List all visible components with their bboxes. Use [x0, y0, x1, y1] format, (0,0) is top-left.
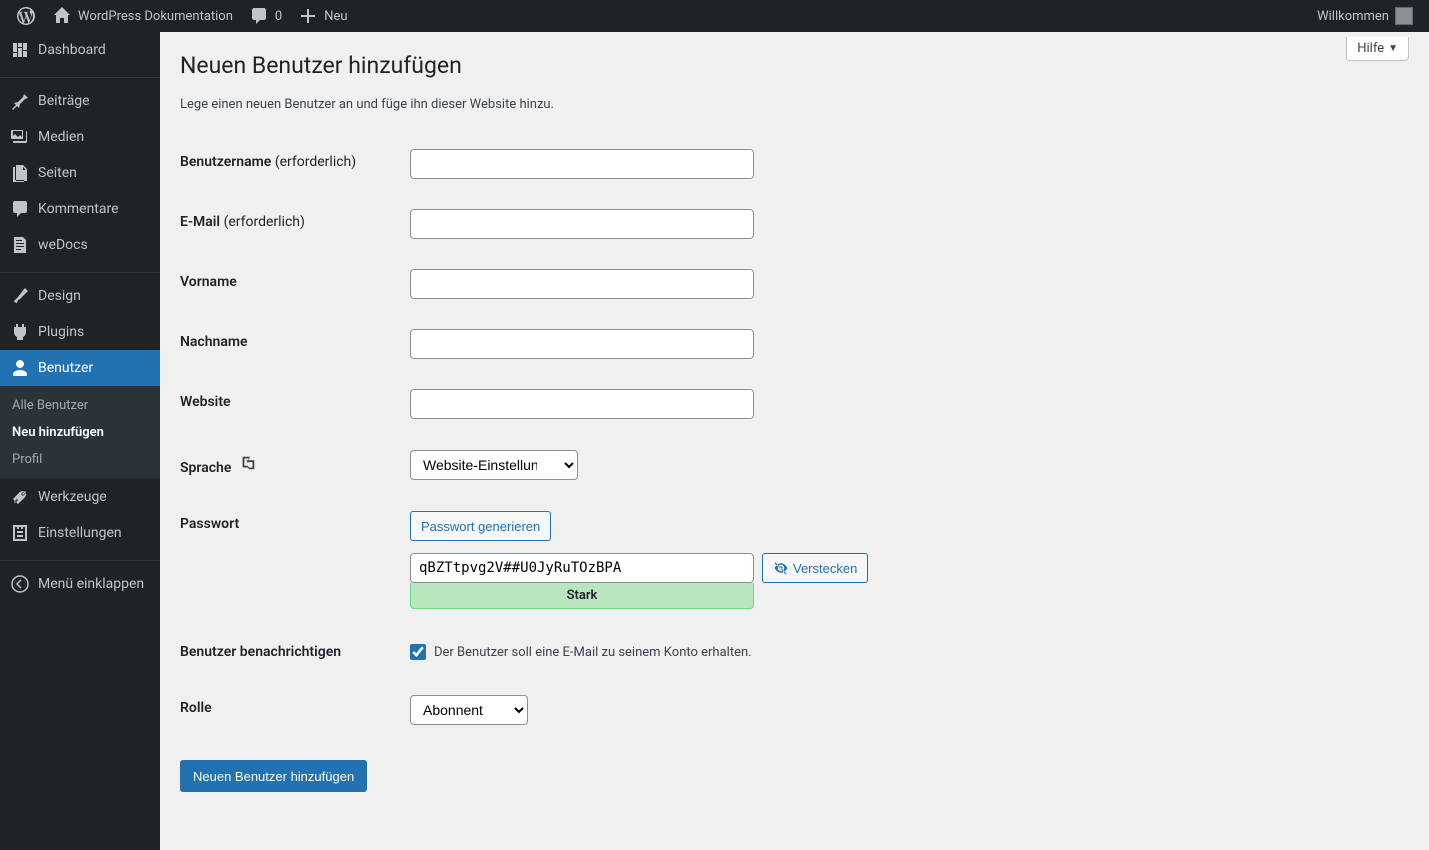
admin-sidebar: Dashboard Beiträge Medien Seiten Komment… — [0, 32, 160, 850]
role-select[interactable]: Abonnent — [410, 695, 528, 725]
menu-label: Benutzer — [38, 360, 93, 376]
menu-pages[interactable]: Seiten — [0, 155, 160, 191]
tools-icon — [10, 487, 30, 507]
menu-label: Dashboard — [38, 42, 106, 58]
menu-label: Kommentare — [38, 201, 119, 217]
new-label: Neu — [324, 9, 347, 24]
menu-label: Design — [38, 288, 81, 304]
comment-icon — [10, 199, 30, 219]
menu-media[interactable]: Medien — [0, 119, 160, 155]
help-tab[interactable]: Hilfe ▼ — [1346, 37, 1409, 61]
notify-text: Der Benutzer soll eine E-Mail zu seinem … — [434, 645, 752, 660]
dashboard-icon — [10, 40, 30, 60]
password-input[interactable] — [410, 553, 754, 583]
page-title: Neuen Benutzer hinzufügen — [180, 32, 1409, 83]
menu-collapse[interactable]: Menü einklappen — [0, 566, 160, 602]
admin-bar: WordPress Dokumentation 0 Neu Willkommen — [0, 0, 1429, 32]
language-select[interactable]: Website-Einstellung — [410, 450, 578, 480]
brush-icon — [10, 286, 30, 306]
submenu-profile[interactable]: Profil — [0, 446, 160, 473]
wordpress-icon — [16, 6, 36, 26]
menu-dashboard[interactable]: Dashboard — [0, 32, 160, 68]
password-strength: Stark — [410, 583, 754, 609]
my-account-menu[interactable]: Willkommen — [1309, 0, 1421, 32]
chevron-down-icon: ▼ — [1388, 43, 1398, 54]
submenu-all-users[interactable]: Alle Benutzer — [0, 392, 160, 419]
notify-checkbox[interactable] — [410, 644, 426, 660]
menu-label: Medien — [38, 129, 84, 145]
submenu-add-new[interactable]: Neu hinzufügen — [0, 419, 160, 446]
translate-icon — [239, 454, 257, 472]
email-label: E-Mail (erforderlich) — [180, 194, 400, 254]
notify-user-label: Benutzer benachrichtigen — [180, 624, 400, 680]
main-content: Hilfe ▼ Neuen Benutzer hinzufügen Lege e… — [160, 32, 1429, 850]
menu-label: Einstellungen — [38, 525, 122, 541]
wp-logo-menu[interactable] — [8, 0, 44, 32]
menu-plugins[interactable]: Plugins — [0, 314, 160, 350]
menu-posts[interactable]: Beiträge — [0, 83, 160, 119]
menu-wedocs[interactable]: weDocs — [0, 227, 160, 263]
password-label: Passwort — [180, 496, 400, 624]
help-label: Hilfe — [1357, 41, 1384, 56]
page-icon — [10, 163, 30, 183]
username-label: Benutzername (erforderlich) — [180, 134, 400, 194]
home-icon — [52, 6, 72, 26]
lastname-label: Nachname — [180, 314, 400, 374]
submenu-users: Alle Benutzer Neu hinzufügen Profil — [0, 386, 160, 479]
plug-icon — [10, 322, 30, 342]
site-name-menu[interactable]: WordPress Dokumentation — [44, 0, 241, 32]
comments-count: 0 — [275, 9, 282, 24]
menu-label: Menü einklappen — [38, 576, 144, 592]
role-label: Rolle — [180, 680, 400, 740]
menu-appearance[interactable]: Design — [0, 278, 160, 314]
lastname-input[interactable] — [410, 329, 754, 359]
menu-label: Plugins — [38, 324, 84, 340]
email-input[interactable] — [410, 209, 754, 239]
collapse-icon — [10, 574, 30, 594]
avatar — [1395, 7, 1413, 25]
comment-icon — [249, 6, 269, 26]
website-label: Website — [180, 374, 400, 434]
site-title: WordPress Dokumentation — [78, 9, 233, 24]
firstname-input[interactable] — [410, 269, 754, 299]
new-content-menu[interactable]: Neu — [290, 0, 355, 32]
menu-label: Seiten — [38, 165, 77, 181]
settings-icon — [10, 523, 30, 543]
welcome-text: Willkommen — [1317, 9, 1389, 24]
username-input[interactable] — [410, 149, 754, 179]
language-label: Sprache — [180, 434, 400, 496]
pin-icon — [10, 91, 30, 111]
menu-users[interactable]: Benutzer — [0, 350, 160, 386]
menu-comments[interactable]: Kommentare — [0, 191, 160, 227]
menu-label: weDocs — [38, 237, 88, 253]
generate-password-button[interactable]: Passwort generieren — [410, 511, 551, 541]
plus-icon — [298, 6, 318, 26]
user-icon — [10, 358, 30, 378]
website-input[interactable] — [410, 389, 754, 419]
page-description: Lege einen neuen Benutzer an und füge ih… — [180, 97, 1409, 112]
comments-menu[interactable]: 0 — [241, 0, 290, 32]
firstname-label: Vorname — [180, 254, 400, 314]
media-icon — [10, 127, 30, 147]
menu-tools[interactable]: Werkzeuge — [0, 479, 160, 515]
menu-label: Werkzeuge — [38, 489, 107, 505]
eye-slash-icon — [773, 560, 789, 576]
submit-button[interactable]: Neuen Benutzer hinzufügen — [180, 760, 367, 792]
doc-icon — [10, 235, 30, 255]
menu-settings[interactable]: Einstellungen — [0, 515, 160, 551]
menu-label: Beiträge — [38, 93, 90, 109]
hide-password-button[interactable]: Verstecken — [762, 553, 868, 583]
